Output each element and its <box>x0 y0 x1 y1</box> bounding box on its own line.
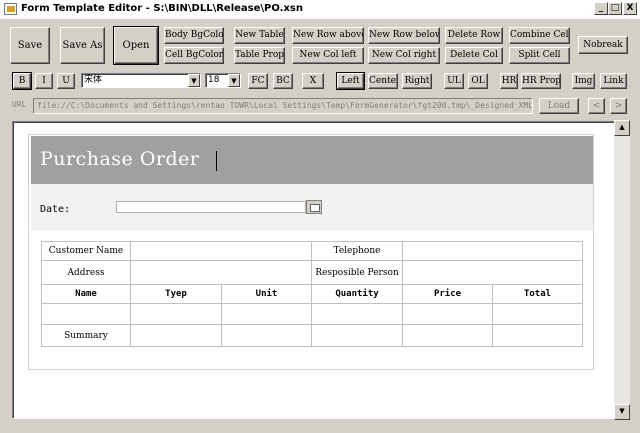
table-cell[interactable] <box>492 303 583 325</box>
summary-label: Summary <box>41 324 131 347</box>
italic-button[interactable]: I <box>35 73 53 89</box>
text-cursor <box>216 151 217 171</box>
table-row: Address Resposible Person <box>41 260 583 285</box>
url-input[interactable]: file://C:\Documents and Settings\rentao … <box>33 98 533 114</box>
table-row: Customer Name Telephone <box>41 241 583 261</box>
address-label: Address <box>41 260 131 285</box>
save-as-button[interactable]: Save As <box>60 27 105 64</box>
horizontal-rule-button[interactable]: HR <box>500 73 518 89</box>
font-color-button[interactable]: FC <box>248 73 268 89</box>
clear-format-button[interactable]: X <box>302 73 324 89</box>
insert-image-button[interactable]: Img <box>572 73 595 89</box>
address-cell[interactable] <box>130 260 312 285</box>
align-center-button[interactable]: Center <box>368 73 398 89</box>
table-cell[interactable] <box>402 303 493 325</box>
unordered-list-button[interactable]: UL <box>444 73 464 89</box>
vertical-scrollbar[interactable]: ▲ ▼ <box>614 120 630 420</box>
table-prop-button[interactable]: Table Prop <box>234 47 285 64</box>
new-col-right-button[interactable]: New Col right <box>368 47 440 64</box>
split-cell-button[interactable]: Split Cell <box>509 47 570 64</box>
combine-cells-button[interactable]: Combine Cells <box>509 27 570 44</box>
ordered-list-button[interactable]: OL <box>468 73 488 89</box>
responsible-person-label: Resposible Person <box>311 260 403 285</box>
size-select-value: 18 <box>208 75 220 85</box>
save-button[interactable]: Save <box>10 27 50 64</box>
window-title: Form Template Editor - S:\BIN\DLL\Releas… <box>21 3 303 14</box>
chevron-down-icon[interactable]: ▼ <box>188 74 200 87</box>
delete-col-button[interactable]: Delete Col <box>445 47 503 64</box>
document-header[interactable]: Purchase Order <box>31 136 593 184</box>
new-table-button[interactable]: New Table <box>234 27 285 44</box>
chevron-down-icon[interactable]: ▼ <box>228 74 240 87</box>
column-header-price: Price <box>402 284 493 304</box>
telephone-cell[interactable] <box>402 241 583 261</box>
scroll-down-icon[interactable]: ▼ <box>614 404 630 420</box>
close-button[interactable]: X <box>623 2 637 15</box>
new-row-above-button[interactable]: New Row above <box>292 27 364 44</box>
date-label: Date: <box>40 204 71 215</box>
summary-row: Summary <box>41 324 583 347</box>
column-header-type: Tyep <box>130 284 222 304</box>
column-header-quantity: Quantity <box>311 284 403 304</box>
align-left-button[interactable]: Left <box>336 72 365 90</box>
customer-name-label: Customer Name <box>41 241 131 261</box>
new-col-left-button[interactable]: New Col left <box>292 47 364 64</box>
forward-button[interactable]: > <box>610 98 627 114</box>
underline-button[interactable]: U <box>57 73 75 89</box>
body-bgcolor-button[interactable]: Body BgColor <box>164 27 224 44</box>
column-header-unit: Unit <box>221 284 312 304</box>
table-cell[interactable] <box>492 324 583 347</box>
column-header-total: Total <box>492 284 583 304</box>
table-cell[interactable] <box>311 303 403 325</box>
load-button[interactable]: Load <box>539 98 579 114</box>
cell-bgcolor-button[interactable]: Cell BgColor <box>164 47 224 64</box>
column-header-name: Name <box>41 284 131 304</box>
font-select-value: 宋体 <box>84 75 103 85</box>
table-cell[interactable] <box>311 324 403 347</box>
delete-row-button[interactable]: Delete Row <box>445 27 503 44</box>
document-title[interactable]: Purchase Order <box>40 148 200 170</box>
size-select[interactable]: 18 ▼ <box>205 73 241 88</box>
new-row-below-button[interactable]: New Row below <box>368 27 440 44</box>
table-header-row: Name Tyep Unit Quantity Price Total <box>41 284 583 304</box>
hr-prop-button[interactable]: HR Prop <box>521 73 561 89</box>
table-cell[interactable] <box>130 303 222 325</box>
table-cell[interactable] <box>130 324 222 347</box>
font-select[interactable]: 宋体 ▼ <box>81 73 201 88</box>
telephone-label: Telephone <box>311 241 403 261</box>
purchase-order-table[interactable]: Customer Name Telephone Address Resposib… <box>41 241 583 347</box>
calendar-icon[interactable] <box>306 200 322 214</box>
title-bar: Form Template Editor - S:\BIN\DLL\Releas… <box>0 0 640 19</box>
table-cell[interactable] <box>221 324 312 347</box>
date-input[interactable] <box>116 201 306 213</box>
app-icon <box>4 3 17 15</box>
bold-button[interactable]: B <box>12 72 32 90</box>
insert-link-button[interactable]: Link <box>600 73 627 89</box>
table-cell[interactable] <box>41 303 131 325</box>
scroll-up-icon[interactable]: ▲ <box>614 120 630 136</box>
back-button[interactable]: < <box>588 98 605 114</box>
table-cell[interactable] <box>221 303 312 325</box>
table-cell[interactable] <box>402 324 493 347</box>
responsible-person-cell[interactable] <box>402 260 583 285</box>
nobreak-button[interactable]: Nobreak <box>578 36 628 54</box>
customer-name-cell[interactable] <box>130 241 312 261</box>
background-color-button[interactable]: BC <box>273 73 293 89</box>
align-right-button[interactable]: Right <box>402 73 432 89</box>
maximize-button[interactable]: □ <box>608 2 622 15</box>
table-row <box>41 303 583 325</box>
minimize-button[interactable]: _ <box>594 2 608 15</box>
url-label: URL <box>12 100 27 109</box>
open-button[interactable]: Open <box>113 26 159 65</box>
